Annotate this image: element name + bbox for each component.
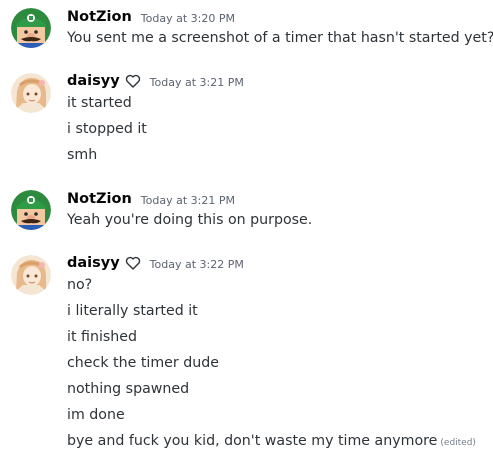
anime-portrait-avatar-icon <box>11 73 51 113</box>
message-text: i stopped it <box>67 121 147 137</box>
author-name[interactable]: NotZion <box>67 191 132 207</box>
message-text: nothing spawned <box>67 381 190 397</box>
heart-outline-icon[interactable] <box>125 73 141 89</box>
author-name[interactable]: NotZion <box>67 9 132 25</box>
mario-avatar-icon <box>11 190 51 230</box>
edited-label[interactable]: (edited) <box>440 438 476 448</box>
author-name[interactable]: daisyy <box>67 255 120 271</box>
daisyy-avatar[interactable] <box>11 73 51 113</box>
notzion-avatar[interactable] <box>11 8 51 48</box>
message-text-with-edit: bye and fuck you kid, don't waste my tim… <box>67 431 476 451</box>
message-text: bye and fuck you kid, don't waste my tim… <box>67 433 438 449</box>
message-text: it started <box>67 95 132 111</box>
notzion-avatar[interactable] <box>11 190 51 230</box>
message-timestamp[interactable]: Today at 3:20 PM <box>141 10 235 25</box>
message-text: it finished <box>67 329 138 345</box>
message-text: Yeah you're doing this on purpose. <box>67 212 313 228</box>
anime-portrait-avatar-icon <box>11 255 51 295</box>
message-text: You sent me a screenshot of a timer that… <box>67 30 493 46</box>
message-text: im done <box>67 407 125 423</box>
message-timestamp[interactable]: Today at 3:21 PM <box>150 74 244 89</box>
daisyy-avatar[interactable] <box>11 255 51 295</box>
message-timestamp[interactable]: Today at 3:22 PM <box>150 256 244 271</box>
message-timestamp[interactable]: Today at 3:21 PM <box>141 192 235 207</box>
message-text: check the timer dude <box>67 355 219 371</box>
heart-outline-icon[interactable] <box>125 255 141 271</box>
message-text: i literally started it <box>67 303 198 319</box>
author-name[interactable]: daisyy <box>67 73 120 89</box>
mario-avatar-icon <box>11 8 51 48</box>
message-text: smh <box>67 147 98 163</box>
message-text: no? <box>67 277 93 293</box>
